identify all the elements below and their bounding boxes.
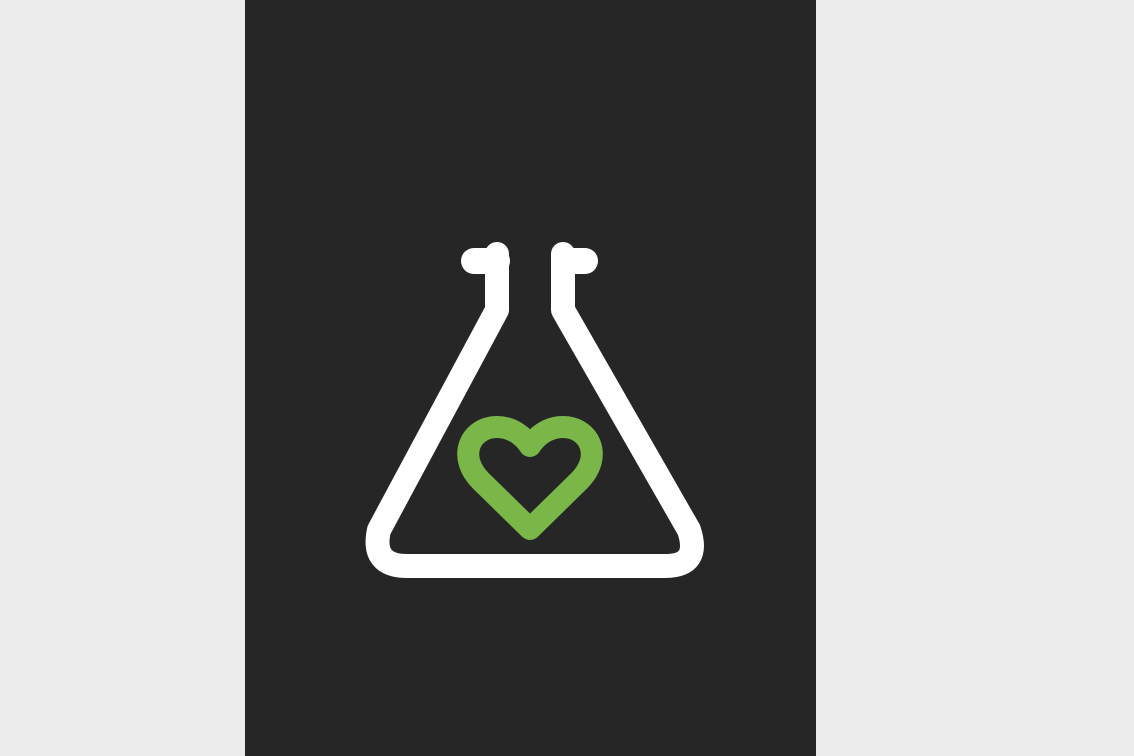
logo-panel — [245, 0, 816, 756]
page — [0, 0, 1134, 756]
heart-icon — [457, 416, 603, 540]
flask-with-heart-icon — [365, 242, 704, 578]
